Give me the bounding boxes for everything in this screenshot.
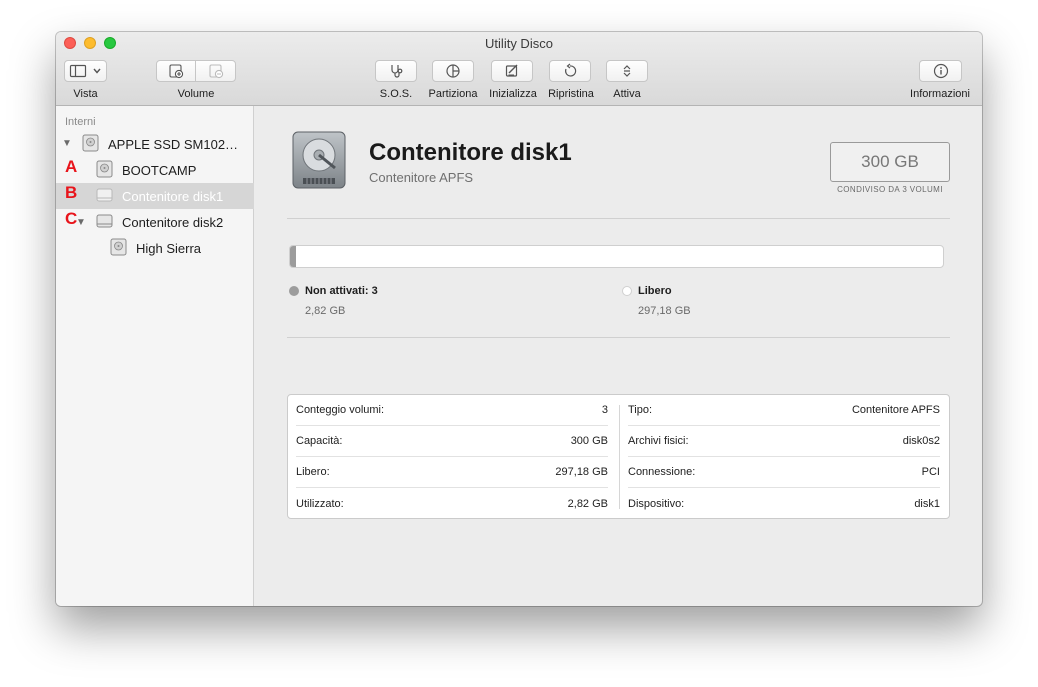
info-column-right: Tipo: Contenitore APFS Archivi fisici: d… — [628, 395, 950, 518]
info-row: Dispositivo: disk1 — [628, 488, 940, 519]
usage-bar — [289, 245, 944, 268]
remove-volume-icon — [208, 64, 223, 79]
info-value: 2,82 GB — [567, 497, 608, 510]
erase-icon — [505, 64, 518, 77]
info-label: Dispositivo: — [628, 497, 685, 510]
ripristina-button[interactable] — [549, 60, 591, 82]
sidebar-item-label: BOOTCAMP — [122, 162, 197, 178]
usage-bar-used — [290, 246, 297, 267]
vista-button[interactable] — [64, 60, 107, 82]
info-value: 3 — [601, 404, 608, 416]
attiva-label: Attiva — [613, 88, 641, 100]
used-legend-value: 2,82 GB — [305, 305, 346, 317]
attiva-button[interactable] — [606, 60, 648, 82]
free-legend-title: Libero — [638, 285, 672, 297]
info-value: PCI — [921, 466, 940, 478]
hard-disk-icon — [289, 130, 349, 195]
hard-disk-icon — [82, 134, 99, 155]
window-title: Utility Disco — [485, 36, 553, 51]
annotation-marker-c: C — [65, 209, 78, 228]
info-column-divider — [619, 405, 620, 509]
info-value: 300 GB — [570, 435, 608, 447]
sidebar-item-label: Contenitore disk1 — [122, 188, 224, 204]
info-value: disk1 — [914, 497, 940, 510]
info-row: Connessione: PCI — [628, 457, 940, 488]
used-legend-dot — [289, 286, 299, 296]
sidebar-item-label: High Sierra — [136, 240, 202, 256]
vista-label: Vista — [73, 88, 98, 100]
sidebar-item-label: Contenitore disk2 — [122, 214, 224, 230]
divider — [287, 337, 950, 338]
sos-button[interactable] — [375, 60, 417, 82]
inizializza-button[interactable] — [491, 60, 533, 82]
volume-label: Volume — [177, 88, 215, 100]
informazioni-button[interactable] — [919, 60, 962, 82]
info-row: Libero: 297,18 GB — [296, 457, 608, 488]
page-subtitle: Contenitore APFS — [369, 170, 474, 185]
annotation-marker-b: B — [65, 183, 78, 202]
add-volume-button[interactable] — [156, 60, 196, 82]
info-label: Connessione: — [628, 466, 696, 478]
ripristina-label: Ripristina — [548, 88, 594, 100]
sidebar-section-title: Interni — [65, 116, 96, 128]
sidebar-item-contenitore-disk1[interactable]: Contenitore disk1 — [56, 183, 254, 209]
remove-volume-button[interactable] — [195, 60, 236, 82]
disclosure-triangle-icon[interactable]: ▼ — [76, 217, 86, 228]
info-label: Tipo: — [628, 404, 653, 416]
toolbar: Utility Disco Vista Volume S.O.S. Partiz… — [56, 32, 982, 106]
info-value: Contenitore APFS — [851, 404, 940, 416]
used-legend-title: Non attivati: 3 — [305, 285, 378, 297]
partiziona-label: Partiziona — [428, 88, 478, 100]
disk-utility-window: Utility Disco Vista Volume S.O.S. Partiz… — [56, 32, 982, 606]
info-label: Archivi fisici: — [628, 435, 689, 447]
sidebar-item-apple-ssd[interactable]: ▼ APPLE SSD SM102… — [56, 131, 254, 157]
info-row: Tipo: Contenitore APFS — [628, 395, 940, 426]
sidebar-icon — [69, 64, 101, 78]
divider — [287, 218, 950, 219]
info-row: Capacità: 300 GB — [296, 426, 608, 457]
container-icon — [96, 187, 113, 206]
free-legend-value: 297,18 GB — [638, 305, 691, 317]
info-row: Conteggio volumi: 3 — [296, 395, 608, 426]
stethoscope-icon — [391, 65, 403, 78]
partiziona-button[interactable] — [432, 60, 474, 82]
info-label: Conteggio volumi: — [296, 404, 385, 416]
info-value: 297,18 GB — [555, 466, 608, 478]
mount-icon — [623, 65, 631, 77]
sidebar-item-high-sierra[interactable]: High Sierra — [56, 235, 254, 261]
sidebar-item-label: APPLE SSD SM102… — [108, 136, 239, 152]
info-icon — [933, 63, 948, 79]
sidebar: Interni ▼ APPLE SSD SM102… A BOOTCAMP Co… — [56, 106, 254, 606]
page-title: Contenitore disk1 — [369, 139, 572, 166]
detail-panel: Contenitore disk1 Contenitore APFS 300 G… — [255, 106, 982, 606]
disclosure-triangle-icon[interactable]: ▼ — [62, 138, 72, 149]
pie-icon — [446, 64, 460, 78]
capacity-caption: CONDIVISO DA 3 VOLUMI — [837, 185, 943, 194]
info-label: Libero: — [296, 466, 330, 478]
sos-label: S.O.S. — [379, 88, 413, 100]
add-volume-icon — [169, 64, 184, 79]
free-legend-dot — [622, 286, 632, 296]
info-table: Conteggio volumi: 3 Capacità: 300 GB Lib… — [287, 394, 950, 519]
info-row: Utilizzato: 2,82 GB — [296, 488, 608, 519]
info-label: Capacità: — [296, 435, 343, 447]
inizializza-label: Inizializza — [489, 88, 537, 100]
restore-icon — [565, 63, 577, 77]
info-row: Archivi fisici: disk0s2 — [628, 426, 940, 457]
informazioni-label: Informazioni — [910, 88, 970, 100]
sidebar-item-bootcamp[interactable]: BOOTCAMP — [56, 157, 254, 183]
capacity-badge: 300 GB — [830, 142, 950, 182]
sidebar-item-contenitore-disk2[interactable]: ▼ Contenitore disk2 — [56, 209, 254, 235]
info-column-left: Conteggio volumi: 3 Capacità: 300 GB Lib… — [296, 395, 618, 518]
info-label: Utilizzato: — [296, 497, 344, 510]
volume-icon — [96, 160, 113, 181]
container-icon — [96, 213, 113, 232]
info-value: disk0s2 — [902, 435, 940, 447]
volume-icon — [110, 238, 127, 259]
